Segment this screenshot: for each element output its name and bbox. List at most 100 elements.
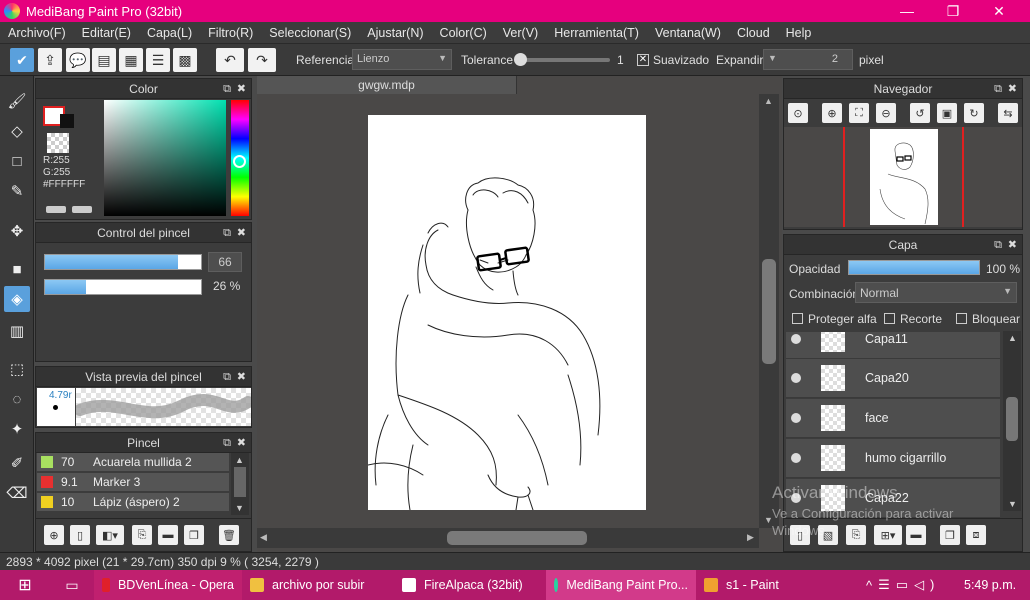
menu-filtro[interactable]: Filtro(R) — [200, 26, 261, 40]
dot-pen-icon[interactable]: ✎ — [4, 178, 30, 204]
suavizado-checkbox[interactable]: ✕ — [637, 54, 649, 66]
maximize-button[interactable]: ❐ — [930, 0, 976, 22]
eye-icon[interactable] — [791, 413, 801, 423]
add-brush-icon[interactable]: ⊕ — [44, 525, 64, 545]
fill-rect-icon[interactable]: ■ — [4, 256, 30, 282]
layer-opacity-slider[interactable] — [848, 260, 980, 275]
scroll-down-icon[interactable]: ▼ — [235, 503, 244, 513]
minimize-button[interactable]: — — [884, 0, 930, 22]
comment-icon[interactable]: ▤ — [92, 48, 116, 72]
brush-settings-icon[interactable]: ⎘ — [132, 525, 152, 545]
scroll-thumb[interactable] — [234, 467, 246, 497]
brush-size-value[interactable]: 66 — [208, 252, 242, 272]
taskbar-item-medibang[interactable]: MediBang Paint Pro... — [546, 570, 696, 600]
protect-alpha-checkbox[interactable] — [792, 313, 803, 324]
layer-row[interactable]: Capa20 — [786, 359, 1000, 398]
menu-ventana[interactable]: Ventana(W) — [647, 26, 729, 40]
list-icon[interactable]: ☰ — [146, 48, 170, 72]
speech-bubble-icon[interactable]: 💬 — [66, 48, 90, 72]
layer-menu-icon[interactable]: ⊞▾ — [874, 525, 902, 545]
flip-icon[interactable]: ⇆ — [998, 103, 1018, 123]
eye-icon[interactable] — [791, 453, 801, 463]
navigator-preview[interactable] — [784, 127, 1022, 227]
redo-button[interactable]: ↷ — [248, 48, 276, 72]
menu-help[interactable]: Help — [778, 26, 820, 40]
wifi-icon[interactable]: ☰ — [878, 577, 896, 593]
close-icon[interactable]: ✖ — [237, 433, 246, 453]
menu-capa[interactable]: Capa(L) — [139, 26, 200, 40]
eye-icon[interactable] — [791, 373, 801, 383]
undock-icon[interactable]: ⧉ — [223, 433, 231, 453]
color-mode-button-2[interactable] — [72, 206, 92, 213]
brush-item[interactable]: 70 Acuarela mullida 2 — [37, 453, 229, 472]
lock-checkbox[interactable] — [956, 313, 967, 324]
grid-edit-icon[interactable]: ▩ — [173, 48, 197, 72]
brush-item[interactable]: 9.1 Marker 3 — [37, 473, 229, 492]
new-8bit-layer-icon[interactable]: ⎘ — [846, 525, 866, 545]
select-rect-icon[interactable]: ⬚ — [4, 356, 30, 382]
color-mode-button[interactable] — [46, 206, 66, 213]
network-icon[interactable]: ▭ — [896, 577, 914, 593]
scroll-thumb[interactable] — [447, 531, 587, 545]
actual-size-icon[interactable]: ▣ — [937, 103, 957, 123]
eraser-tool-icon[interactable]: ◇ — [4, 118, 30, 144]
taskbar-item-paint[interactable]: s1 - Paint — [696, 570, 846, 600]
scroll-thumb[interactable] — [762, 259, 776, 364]
move-tool-icon[interactable]: ✥ — [4, 218, 30, 244]
secondary-color-swatch[interactable] — [60, 114, 74, 128]
close-icon[interactable]: ✖ — [237, 223, 246, 243]
menu-ajustar[interactable]: Ajustar(N) — [359, 26, 431, 40]
check-icon[interactable]: ✔ — [10, 48, 34, 72]
canvas-vertical-scrollbar[interactable]: ▲ ▼ — [759, 94, 779, 528]
menu-cloud[interactable]: Cloud — [729, 26, 778, 40]
gradient-tool-icon[interactable]: ▥ — [4, 318, 30, 344]
layer-folder-icon[interactable]: ▬ — [906, 525, 926, 545]
duplicate-icon[interactable]: ❐ — [184, 525, 204, 545]
close-icon[interactable]: ✖ — [1008, 79, 1017, 99]
menu-herramienta[interactable]: Herramienta(T) — [546, 26, 647, 40]
scroll-thumb[interactable] — [1006, 397, 1018, 441]
menu-editar[interactable]: Editar(E) — [74, 26, 139, 40]
canvas-paper[interactable] — [367, 115, 646, 511]
hue-slider-handle[interactable] — [233, 155, 246, 168]
lasso-icon[interactable]: ◌ — [4, 386, 30, 412]
undock-icon[interactable]: ⧉ — [994, 235, 1002, 255]
hue-slider[interactable] — [231, 100, 249, 216]
menu-color[interactable]: Color(C) — [432, 26, 495, 40]
blend-mode-select[interactable]: Normal ▼ — [855, 282, 1017, 303]
close-icon[interactable]: ✖ — [1008, 235, 1017, 255]
duplicate-layer-icon[interactable]: ❐ — [940, 525, 960, 545]
select-eraser-icon[interactable]: ⌫ — [4, 480, 30, 506]
scroll-up-icon[interactable]: ▲ — [764, 96, 773, 106]
share-icon[interactable]: ⇪ — [38, 48, 62, 72]
zoom-in-icon[interactable]: ⊕ — [822, 103, 842, 123]
undock-icon[interactable]: ⧉ — [223, 223, 231, 243]
brush-opacity-slider[interactable] — [44, 279, 202, 295]
close-icon[interactable]: ✖ — [237, 367, 246, 387]
undock-icon[interactable]: ⧉ — [223, 367, 231, 387]
page-icon[interactable]: ▦ — [119, 48, 143, 72]
scroll-down-icon[interactable]: ▼ — [1008, 499, 1017, 509]
expandir-input[interactable]: ▼ 2 — [763, 49, 853, 70]
brush-tool-icon[interactable]: 🖌 — [4, 88, 30, 114]
trash-icon[interactable]: 🗑 — [219, 525, 239, 545]
layer-list-scrollbar[interactable]: ▲ ▼ — [1003, 331, 1021, 511]
volume-icon[interactable]: ◁) — [914, 577, 940, 593]
layer-row[interactable]: Capa11 — [786, 332, 1000, 359]
menu-archivo[interactable]: Archivo(F) — [0, 26, 74, 40]
taskbar-item-firealpaca[interactable]: FireAlpaca (32bit) — [394, 570, 546, 600]
menu-ver[interactable]: Ver(V) — [495, 26, 546, 40]
rotate-left-icon[interactable]: ↺ — [910, 103, 930, 123]
saturation-value-picker[interactable] — [104, 100, 226, 216]
undock-icon[interactable]: ⧉ — [223, 79, 231, 99]
close-icon[interactable]: ✖ — [237, 79, 246, 99]
transparent-swatch[interactable] — [47, 133, 69, 153]
start-windows-icon[interactable]: ⊞ — [0, 570, 50, 600]
tolerance-slider-handle[interactable] — [514, 53, 527, 66]
scroll-up-icon[interactable]: ▲ — [235, 455, 244, 465]
magic-wand-icon[interactable]: ✦ — [4, 416, 30, 442]
canvas-horizontal-scrollbar[interactable]: ◀ ▶ — [257, 528, 759, 548]
clipping-checkbox[interactable] — [884, 313, 895, 324]
chevron-up-icon[interactable]: ^ — [866, 578, 878, 593]
undo-button[interactable]: ↶ — [216, 48, 244, 72]
